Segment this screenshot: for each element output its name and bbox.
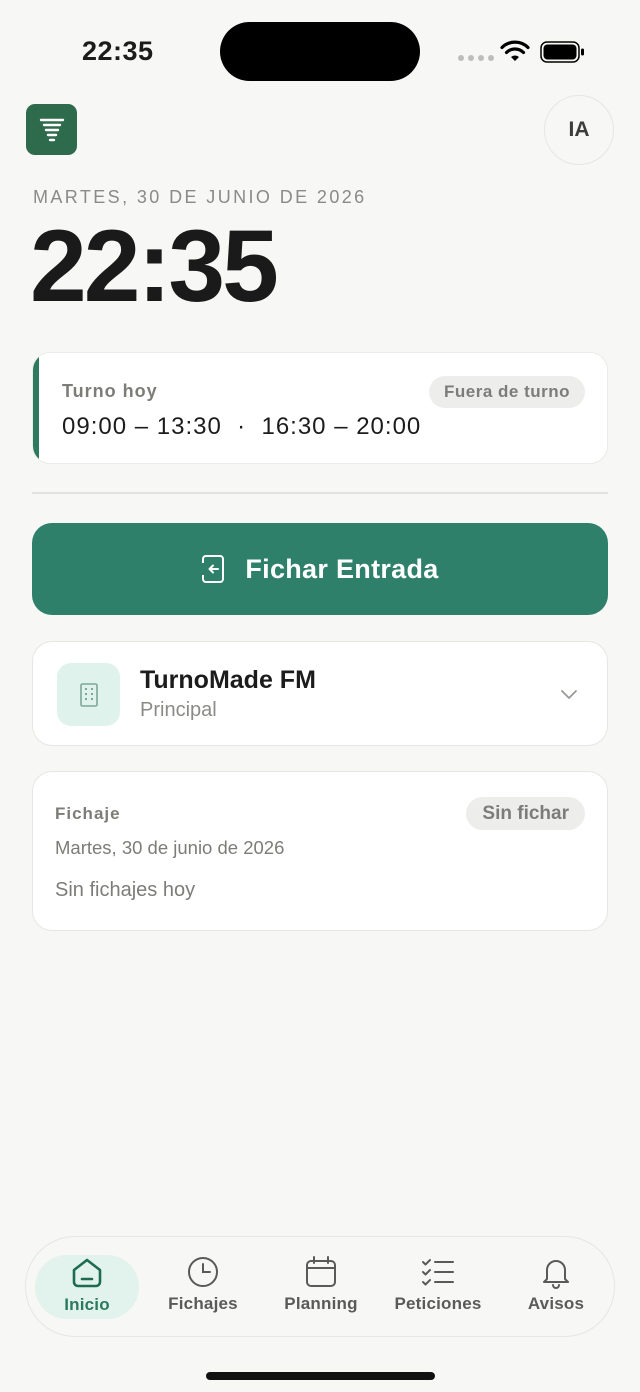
fichaje-status-badge: Sin fichar — [466, 797, 585, 830]
divider — [32, 492, 608, 494]
checklist-icon — [422, 1259, 454, 1286]
company-selector[interactable]: TurnoMade FM Principal — [32, 641, 608, 746]
tab-avisos[interactable]: Avisos — [504, 1254, 608, 1320]
tab-inicio[interactable]: Inicio — [35, 1255, 139, 1319]
tab-planning[interactable]: Planning — [269, 1254, 373, 1320]
clock-in-label: Fichar Entrada — [245, 553, 439, 584]
fichaje-empty-text: Sin fichajes hoy — [55, 879, 196, 901]
tab-label: Planning — [284, 1294, 358, 1313]
current-date: MARTES, 30 DE JUNIO DE 2026 — [33, 187, 367, 207]
dynamic-island — [220, 22, 420, 81]
tab-label: Peticiones — [394, 1294, 482, 1313]
home-indicator[interactable] — [206, 1372, 435, 1380]
bell-icon — [543, 1260, 569, 1289]
status-time: 22:35 — [82, 36, 154, 66]
shift-hours: 09:00 – 13:30 · 16:30 – 20:00 — [62, 413, 422, 440]
shift-accent-bar — [33, 353, 39, 463]
sign-in-icon — [201, 555, 225, 583]
tornado-icon — [39, 118, 64, 141]
calendar-icon — [306, 1256, 336, 1287]
chevron-down-icon[interactable] — [559, 684, 579, 704]
status-bar: 22:35 — [0, 0, 640, 100]
shift-status-badge: Fuera de turno — [428, 376, 585, 408]
tab-label: Fichajes — [168, 1294, 238, 1313]
tab-label: Avisos — [527, 1294, 585, 1313]
home-icon — [72, 1258, 102, 1288]
wifi-icon — [500, 40, 530, 61]
signal-icon — [458, 55, 494, 61]
company-location: Principal — [140, 699, 217, 721]
fichaje-card: Fichaje Sin fichar Martes, 30 de junio d… — [32, 771, 608, 931]
company-name: TurnoMade FM — [140, 666, 316, 694]
tab-bar: Inicio Fichajes Planning Peticiones Avis… — [25, 1236, 615, 1337]
fichaje-title: Fichaje — [55, 804, 121, 823]
fichaje-date: Martes, 30 de junio de 2026 — [55, 837, 285, 858]
clock-in-button[interactable]: Fichar Entrada — [32, 523, 608, 615]
tab-fichajes[interactable]: Fichajes — [151, 1254, 255, 1320]
app-logo — [26, 104, 77, 155]
clock-icon — [188, 1257, 218, 1287]
company-icon-box — [57, 663, 120, 726]
tab-label: Inicio — [64, 1295, 110, 1314]
shift-label: Turno hoy — [62, 381, 158, 401]
battery-icon — [540, 41, 584, 63]
tab-peticiones[interactable]: Peticiones — [386, 1254, 490, 1320]
shift-card: Turno hoy Fuera de turno 09:00 – 13:30 ·… — [32, 352, 608, 464]
building-icon — [79, 682, 98, 707]
avatar[interactable]: IA — [544, 95, 614, 165]
current-time: 22:35 — [30, 209, 279, 323]
